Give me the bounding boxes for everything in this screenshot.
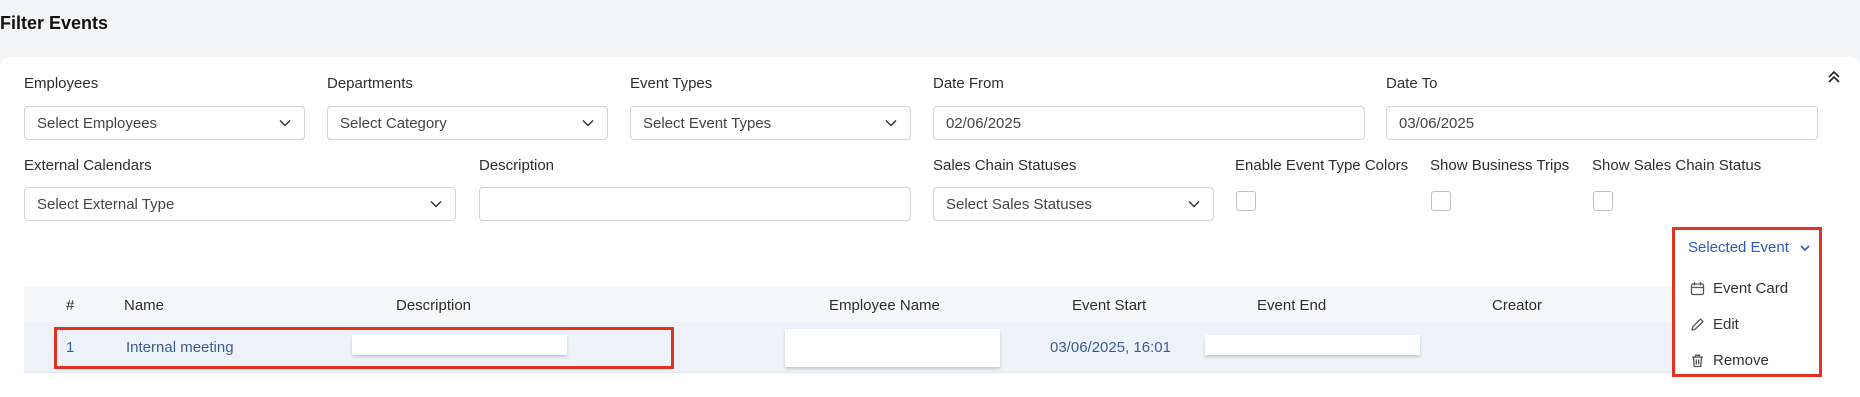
chevron-down-icon: [1188, 200, 1200, 208]
show-sales-chain-status-checkbox[interactable]: [1593, 191, 1613, 211]
date-from-label: Date From: [933, 75, 1004, 92]
column-header-event-start: Event Start: [1072, 297, 1147, 314]
column-header-number: #: [66, 297, 75, 314]
row-event-start: 03/06/2025, 16:01: [1050, 339, 1171, 356]
column-header-description: Description: [396, 297, 472, 314]
chevron-down-icon: [582, 119, 594, 127]
employees-select-placeholder: Select Employees: [37, 114, 158, 132]
event-types-select-placeholder: Select Event Types: [643, 114, 772, 132]
external-calendars-select-placeholder: Select External Type: [37, 195, 175, 213]
enable-event-type-colors-label: Enable Event Type Colors: [1235, 157, 1409, 174]
redacted-employee-name: [785, 329, 1000, 367]
show-business-trips-label: Show Business Trips: [1430, 157, 1570, 174]
page-title: Filter Events: [0, 13, 109, 33]
highlight-box-row: [54, 327, 674, 369]
collapse-icon[interactable]: [1826, 69, 1842, 85]
external-calendars-label: External Calendars: [24, 157, 152, 174]
departments-label: Departments: [327, 75, 413, 92]
sales-chain-statuses-label: Sales Chain Statuses: [933, 157, 1077, 174]
enable-event-type-colors-checkbox[interactable]: [1236, 191, 1256, 211]
column-header-name: Name: [124, 297, 165, 314]
departments-select-placeholder: Select Category: [340, 114, 447, 132]
employees-select[interactable]: Select Employees: [24, 106, 305, 140]
chevron-down-icon: [430, 200, 442, 208]
external-calendars-select[interactable]: Select External Type: [24, 187, 456, 221]
employees-label: Employees: [24, 75, 99, 92]
show-sales-chain-status-label: Show Sales Chain Status: [1592, 157, 1762, 174]
column-header-employee-name: Employee Name: [829, 297, 940, 314]
highlight-box-menu: [1672, 227, 1822, 377]
sales-chain-statuses-select-placeholder: Select Sales Statuses: [946, 195, 1092, 213]
date-to-input[interactable]: 03/06/2025: [1386, 106, 1818, 140]
redacted-event-end: [1205, 335, 1420, 355]
sales-chain-statuses-select[interactable]: Select Sales Statuses: [933, 187, 1214, 221]
date-from-input[interactable]: 02/06/2025: [933, 106, 1365, 140]
column-header-event-end: Event End: [1257, 297, 1327, 314]
description-input[interactable]: [479, 187, 911, 221]
column-header-creator: Creator: [1492, 297, 1543, 314]
departments-select[interactable]: Select Category: [327, 106, 608, 140]
chevron-down-icon: [279, 119, 291, 127]
description-label: Description: [479, 157, 555, 174]
event-types-label: Event Types: [630, 75, 713, 92]
event-types-select[interactable]: Select Event Types: [630, 106, 911, 140]
date-to-label: Date To: [1386, 75, 1438, 92]
show-business-trips-checkbox[interactable]: [1431, 191, 1451, 211]
chevron-down-icon: [885, 119, 897, 127]
